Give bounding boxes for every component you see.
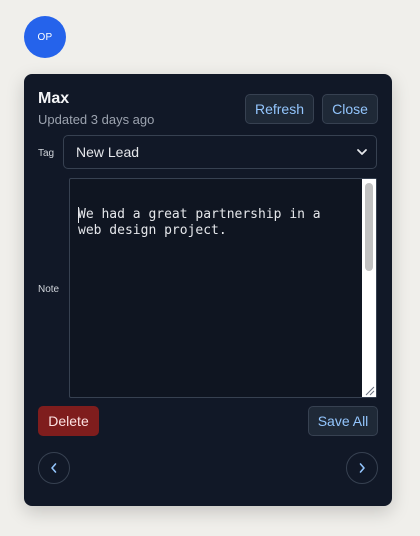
note-text: We had a great partnership in a web desi… [78,207,321,238]
contact-name: Max [38,90,70,107]
tag-select-value: New Lead [76,144,140,160]
chevron-down-icon [357,149,367,155]
scrollbar-thumb[interactable] [365,183,373,271]
note-textarea[interactable]: We had a great partnership in a web desi… [69,178,377,398]
tag-label: Tag [38,148,55,159]
save-all-button[interactable]: Save All [308,406,378,436]
chevron-right-icon [359,463,365,473]
delete-button[interactable]: Delete [38,406,99,436]
previous-button[interactable] [38,452,70,484]
avatar[interactable]: OP [24,16,66,58]
resize-handle-icon[interactable] [362,383,376,397]
avatar-initials: OP [37,31,53,43]
close-button[interactable]: Close [322,94,378,124]
text-caret [78,207,79,223]
note-label: Note [38,284,60,295]
refresh-button[interactable]: Refresh [245,94,314,124]
contact-note-panel: Max Updated 3 days ago Refresh Close Tag… [24,74,392,506]
note-scrollbar[interactable] [362,179,376,397]
updated-timestamp: Updated 3 days ago [38,112,155,127]
chevron-left-icon [51,463,57,473]
tag-select[interactable]: New Lead [63,135,377,169]
next-button[interactable] [346,452,378,484]
